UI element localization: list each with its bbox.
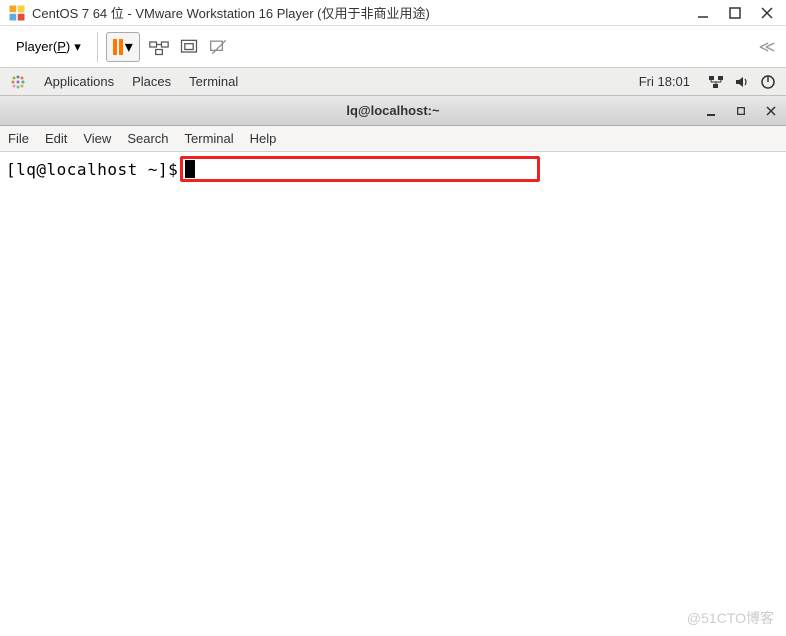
menu-help[interactable]: Help: [250, 131, 277, 146]
vmware-close-button[interactable]: [760, 6, 774, 20]
vmware-titlebar: CentOS 7 64 位 - VMware Workstation 16 Pl…: [0, 0, 786, 26]
vmware-minimize-button[interactable]: [696, 6, 710, 20]
vm-pause-button[interactable]: ▾: [106, 32, 140, 62]
gnome-topbar: Applications Places Terminal Fri 18:01: [0, 68, 786, 96]
clock[interactable]: Fri 18:01: [639, 74, 690, 89]
vmware-window-title: CentOS 7 64 位 - VMware Workstation 16 Pl…: [32, 3, 696, 22]
vmware-maximize-button[interactable]: [728, 6, 742, 20]
menu-edit[interactable]: Edit: [45, 131, 67, 146]
vmware-toolbar: Player(P) ▾ ▾ ≪: [0, 26, 786, 68]
places-menu[interactable]: Places: [132, 74, 171, 89]
terminal-title: lq@localhost:~: [346, 103, 439, 118]
terminal-titlebar[interactable]: lq@localhost:~: [0, 96, 786, 126]
toolbar-divider: [97, 32, 98, 62]
terminal-menu[interactable]: Terminal: [189, 74, 238, 89]
terminal-close-button[interactable]: [764, 104, 778, 118]
applications-icon: [10, 74, 26, 90]
send-ctrl-alt-del-icon[interactable]: [148, 36, 170, 58]
menu-view[interactable]: View: [83, 131, 111, 146]
menu-search[interactable]: Search: [127, 131, 168, 146]
vmware-logo-icon: [8, 4, 26, 22]
power-icon[interactable]: [760, 74, 776, 90]
fullscreen-icon[interactable]: [178, 36, 200, 58]
menu-file[interactable]: File: [8, 131, 29, 146]
terminal-cursor: [185, 160, 195, 178]
watermark: @51CTO博客: [687, 608, 774, 628]
terminal-body[interactable]: [lq@localhost ~]$: [0, 152, 786, 612]
cycle-devices-icon[interactable]: ≪: [756, 36, 778, 58]
terminal-menubar: File Edit View Search Terminal Help: [0, 126, 786, 152]
terminal-prompt: [lq@localhost ~]$: [6, 160, 178, 179]
menu-terminal[interactable]: Terminal: [185, 131, 234, 146]
applications-menu[interactable]: Applications: [44, 74, 114, 89]
network-icon[interactable]: [708, 74, 724, 90]
pause-icon: [113, 39, 123, 55]
unity-mode-icon[interactable]: [208, 36, 230, 58]
volume-icon[interactable]: [734, 74, 750, 90]
terminal-minimize-button[interactable]: [704, 104, 718, 118]
player-menu-button[interactable]: Player(P) ▾: [8, 35, 89, 59]
highlight-annotation: [180, 156, 540, 182]
terminal-maximize-button[interactable]: [734, 104, 748, 118]
